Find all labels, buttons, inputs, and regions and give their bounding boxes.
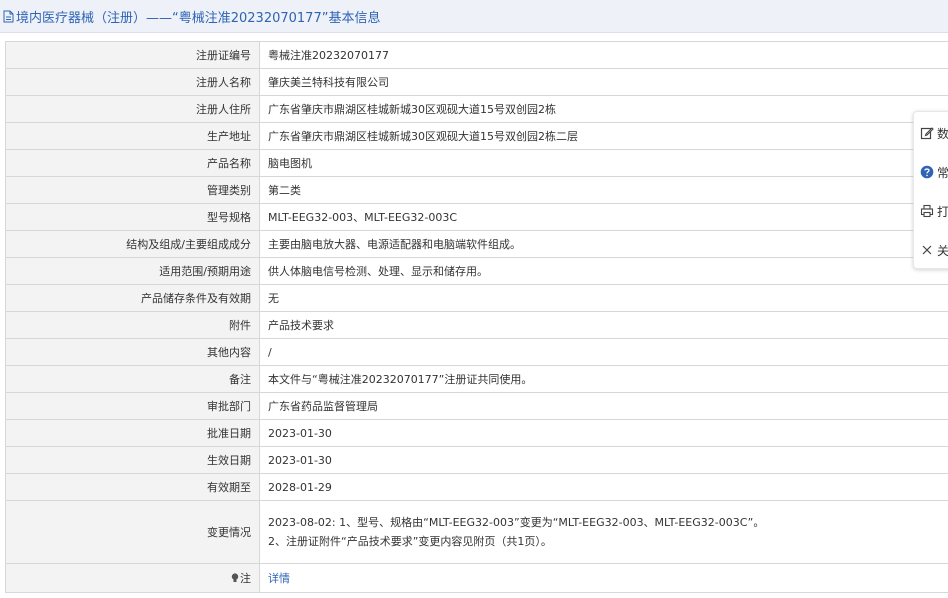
page-header: 境内医疗器械（注册）——“粤械注准20232070177”基本信息 [0,0,948,33]
side-item-print[interactable]: 打 [920,201,948,221]
row-value: 脑电图机 [259,149,948,177]
close-icon [922,245,932,255]
side-item-close[interactable]: 关 [920,240,948,260]
row-label: 备注 [5,365,260,393]
row-label: 注 [5,563,260,593]
row-value: 肇庆美兰特科技有限公司 [259,68,948,96]
row-label: 产品储存条件及有效期 [5,284,260,312]
table-row: 管理类别 第二类 [5,176,948,204]
row-label: 审批部门 [5,392,260,420]
info-table: 注册证编号 粤械注准20232070177 注册人名称 肇庆美兰特科技有限公司 注册人住… [5,41,948,593]
row-value: 粤械注准20232070177 [259,41,948,69]
row-value: 第二类 [259,176,948,204]
table-row: 有效期至 2028-01-29 [5,473,948,501]
row-label: 附件 [5,311,260,339]
note-label: 注 [240,572,251,585]
table-row-note: 注 详情 [5,563,948,593]
edit-icon [920,127,934,140]
row-label: 其他内容 [5,338,260,366]
help-icon [920,165,934,179]
row-label: 生效日期 [5,446,260,474]
table-row: 附件 产品技术要求 [5,311,948,339]
row-value: 2023-01-30 [259,419,948,447]
row-value: 详情 [259,563,948,593]
side-item-label: 关 [937,243,948,258]
table-row: 产品储存条件及有效期无 [5,284,948,312]
row-value: 无 [259,284,948,312]
table-row: 注册人住所 广东省肇庆市鼎湖区桂城新城30区观砚大道15号双创园2栋 [5,95,948,123]
table-row: 生效日期 2023-01-30 [5,446,948,474]
change-line-2: 2、注册证附件“产品技术要求”变更内容见附页（共1页）。 [268,535,552,548]
row-label: 注册人名称 [5,68,260,96]
row-label: 生产地址 [5,122,260,150]
row-label: 变更情况 [5,500,260,564]
lightbulb-icon [231,573,239,582]
row-value: 2023-01-30 [259,446,948,474]
document-icon [3,10,14,22]
row-value: 广东省肇庆市鼎湖区桂城新城30区观砚大道15号双创园2栋 [259,95,948,123]
details-link[interactable]: 详情 [268,572,290,585]
row-label: 型号规格 [5,203,260,231]
print-icon [920,204,934,218]
page-title: 境内医疗器械（注册）——“粤械注准20232070177”基本信息 [16,10,381,26]
row-label: 有效期至 [5,473,260,501]
table-row: 备注 本文件与“粤械注准20232070177”注册证共同使用。 [5,365,948,393]
table-row: 适用范围/预期用途 供人体脑电信号检测、处理、显示和储存用。 [5,257,948,285]
row-value: 供人体脑电信号检测、处理、显示和储存用。 [259,257,948,285]
side-item-label: 常 [937,165,948,180]
row-label: 适用范围/预期用途 [5,257,260,285]
row-label: 注册人住所 [5,95,260,123]
side-item-data[interactable]: 数 [920,123,948,143]
side-item-label: 数 [937,126,948,141]
row-label: 产品名称 [5,149,260,177]
table-row: 结构及组成/主要组成成分 主要由脑电放大器、电源适配器和电脑端软件组成。 [5,230,948,258]
side-item-label: 打 [937,204,948,219]
row-value: 2028-01-29 [259,473,948,501]
side-toolbar: 数 常 打 关 [913,111,948,269]
row-label: 注册证编号 [5,41,260,69]
table-row: 注册证编号 粤械注准20232070177 [5,41,948,69]
change-line-1: 2023-08-02: 1、型号、规格由“MLT-EEG32-003”变更为“M… [268,516,765,529]
table-row: 生产地址 广东省肇庆市鼎湖区桂城新城30区观砚大道15号双创园2栋二层 [5,122,948,150]
table-row: 批准日期 2023-01-30 [5,419,948,447]
row-value: 产品技术要求 [259,311,948,339]
row-value: / [259,338,948,366]
table-row-change: 变更情况 2023-08-02: 1、型号、规格由“MLT-EEG32-003”… [5,500,948,564]
table-row: 型号规格 MLT-EEG32-003、MLT-EEG32-003C [5,203,948,231]
row-label: 管理类别 [5,176,260,204]
row-value: 主要由脑电放大器、电源适配器和电脑端软件组成。 [259,230,948,258]
table-row: 产品名称 脑电图机 [5,149,948,177]
table-row: 审批部门 广东省药品监督管理局 [5,392,948,420]
side-item-faq[interactable]: 常 [920,162,948,182]
row-value: 本文件与“粤械注准20232070177”注册证共同使用。 [259,365,948,393]
row-label: 结构及组成/主要组成成分 [5,230,260,258]
table-row: 其他内容 / [5,338,948,366]
table-row: 注册人名称 肇庆美兰特科技有限公司 [5,68,948,96]
row-value: 2023-08-02: 1、型号、规格由“MLT-EEG32-003”变更为“M… [259,500,948,564]
row-value: MLT-EEG32-003、MLT-EEG32-003C [259,203,948,231]
row-value: 广东省肇庆市鼎湖区桂城新城30区观砚大道15号双创园2栋二层 [259,122,948,150]
row-value: 广东省药品监督管理局 [259,392,948,420]
row-label: 批准日期 [5,419,260,447]
